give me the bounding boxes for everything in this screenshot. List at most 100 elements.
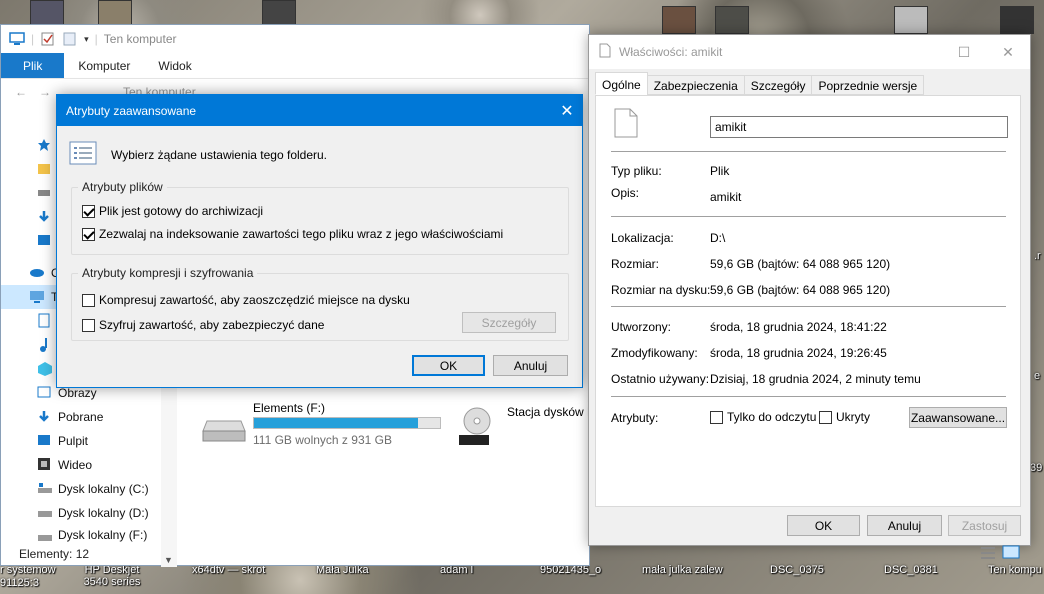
tab-details[interactable]: Szczegóły	[743, 75, 813, 95]
index-checkbox[interactable]	[82, 227, 95, 241]
nav-item-desktop-2[interactable]: Pulpit	[1, 429, 177, 453]
download-icon	[37, 210, 53, 224]
readonly-checkbox-row[interactable]: Tylko do odczytu	[710, 410, 816, 424]
archive-checkbox-row[interactable]: Plik jest gotowy do archiwizacji	[82, 204, 263, 218]
desktop-icon-label[interactable]: HP Deskjet 3540 series	[72, 564, 152, 588]
type-label: Typ pliku:	[611, 164, 662, 178]
ok-button[interactable]: OK	[787, 515, 860, 536]
drive-name: Stacja dysków D	[507, 405, 596, 419]
new-folder-quick-icon[interactable]	[62, 32, 78, 46]
video-icon	[37, 457, 53, 471]
disk-size-value: 59,6 GB (bajtów: 64 088 965 120)	[710, 283, 891, 297]
details-button[interactable]: Szczegóły	[462, 312, 556, 333]
status-bar: Elementy: 12	[1, 543, 589, 565]
close-icon[interactable]: ✕	[986, 35, 1030, 69]
advanced-button[interactable]: Zaawansowane...	[909, 407, 1007, 428]
item-count: Elementy: 12	[19, 547, 90, 561]
details-view-icon[interactable]	[980, 546, 996, 563]
location-label: Lokalizacja:	[611, 231, 674, 245]
nav-label: Dysk lokalny (C:)	[58, 482, 149, 496]
tab-view[interactable]: Widok	[144, 53, 205, 78]
general-panel: Typ pliku: Plik Opis: amikit Lokalizacja…	[595, 95, 1021, 507]
file-name-input[interactable]	[710, 116, 1008, 138]
desktop-icon-label-text: HP Deskjet 3540 series	[83, 564, 141, 588]
encrypt-checkbox-row[interactable]: Szyfruj zawartość, aby zabezpieczyć dane	[82, 318, 324, 332]
cancel-button[interactable]: Anuluj	[867, 515, 942, 536]
hidden-label: Ukryty	[836, 410, 870, 424]
tiles-view-icon[interactable]	[1002, 545, 1020, 562]
attributes-label: Atrybuty:	[611, 411, 659, 425]
desktop-icon-label[interactable]: 91125:3	[0, 577, 39, 589]
nav-label: Pobrane	[58, 410, 104, 424]
music-icon	[37, 337, 53, 352]
nav-item-drive-c[interactable]: Dysk lokalny (C:)	[1, 477, 177, 501]
desktop-icon-label[interactable]: 39	[1030, 462, 1042, 474]
ribbon-tabs: Plik Komputer Widok	[1, 53, 589, 79]
properties-quick-icon[interactable]	[40, 32, 56, 46]
maximize-icon[interactable]: ☐	[942, 35, 986, 69]
readonly-checkbox[interactable]	[710, 410, 723, 424]
dvd-badge: DVD	[475, 444, 495, 454]
accessed-value: Dzisiaj, 18 grudnia 2024, 2 minuty temu	[710, 372, 921, 386]
index-checkbox-row[interactable]: Zezwalaj na indeksowanie zawartości tego…	[82, 227, 503, 241]
description-label: Opis:	[611, 186, 640, 200]
star-icon	[37, 138, 53, 152]
divider	[611, 396, 1006, 397]
drive-free-space: 111 GB wolnych z 931 GB	[253, 433, 392, 447]
folder-icon	[37, 162, 53, 176]
nav-item-drive-d[interactable]: Dysk lokalny (D:)	[1, 501, 177, 525]
desktop-icon-label[interactable]: DSC_0375	[770, 564, 824, 576]
window-title: Ten komputer	[103, 32, 177, 46]
forward-arrow-icon[interactable]: →	[39, 85, 51, 99]
cancel-button[interactable]: Anuluj	[493, 355, 568, 376]
monitor-icon	[37, 234, 53, 248]
hidden-checkbox-row[interactable]: Ukryty	[819, 410, 870, 424]
desktop-icon-label[interactable]: e	[1034, 370, 1040, 382]
type-value: Plik	[710, 164, 730, 178]
desktop-icon-label[interactable]: Ten kompu	[988, 564, 1042, 576]
drive-usage-fill	[254, 418, 418, 428]
nav-item-downloads-2[interactable]: Pobrane	[1, 405, 177, 429]
back-arrow-icon[interactable]: ←	[15, 85, 27, 99]
quick-access-dropdown-icon[interactable]: ▾	[84, 34, 89, 45]
desktop-icon-label[interactable]: DSC_0381	[884, 564, 938, 576]
tab-security[interactable]: Zabezpieczenia	[646, 75, 745, 95]
drive-item-dvd[interactable]: DVD Stacja dysków D	[455, 403, 596, 454]
desktop-thumbnail[interactable]	[715, 6, 749, 34]
hidden-checkbox[interactable]	[819, 410, 832, 424]
index-label: Zezwalaj na indeksowanie zawartości tego…	[99, 227, 504, 241]
divider	[611, 151, 1006, 152]
desktop-thumbnail[interactable]	[662, 6, 696, 34]
desktop-thumbnail[interactable]	[1000, 6, 1034, 34]
desktop-icon-label[interactable]: .r	[1034, 250, 1041, 262]
nav-item-videos[interactable]: Wideo	[1, 453, 177, 477]
divider	[611, 306, 1006, 307]
drive-item-elements[interactable]: Elements (F:) 111 GB wolnych z 931 GB	[199, 399, 449, 449]
archive-checkbox[interactable]	[82, 204, 95, 218]
tab-computer[interactable]: Komputer	[64, 53, 144, 78]
computer-icon	[9, 32, 25, 46]
disk-size-label: Rozmiar na dysku:	[611, 283, 711, 297]
tab-file[interactable]: Plik	[1, 53, 65, 78]
nav-item-drive-f[interactable]: Dysk lokalny (F:)	[1, 525, 177, 545]
created-value: środa, 18 grudnia 2024, 18:41:22	[710, 320, 887, 334]
group-label: Atrybuty plików	[78, 180, 167, 194]
size-label: Rozmiar:	[611, 257, 660, 271]
close-icon[interactable]: ✕	[552, 95, 582, 126]
desktop-icon-label[interactable]: mała julka zalew	[642, 564, 723, 576]
compress-checkbox[interactable]	[82, 293, 95, 307]
file-type-icon	[614, 108, 638, 141]
pictures-icon	[37, 386, 53, 400]
property-tabs: Ogólne Zabezpieczenia Szczegóły Poprzedn…	[595, 72, 925, 95]
hard-drive-icon	[201, 419, 247, 446]
encrypt-label: Szyfruj zawartość, aby zabezpieczyć dane	[99, 318, 325, 332]
location-value: D:\	[710, 231, 726, 245]
created-label: Utworzony:	[611, 320, 672, 334]
tab-previous-versions[interactable]: Poprzednie wersje	[811, 75, 925, 95]
tab-general[interactable]: Ogólne	[595, 72, 648, 95]
ok-button[interactable]: OK	[412, 355, 485, 376]
compress-checkbox-row[interactable]: Kompresuj zawartość, aby zaoszczędzić mi…	[82, 293, 410, 307]
apply-button[interactable]: Zastosuj	[948, 515, 1021, 536]
encrypt-checkbox[interactable]	[82, 318, 95, 332]
desktop-thumbnail[interactable]	[894, 6, 928, 34]
